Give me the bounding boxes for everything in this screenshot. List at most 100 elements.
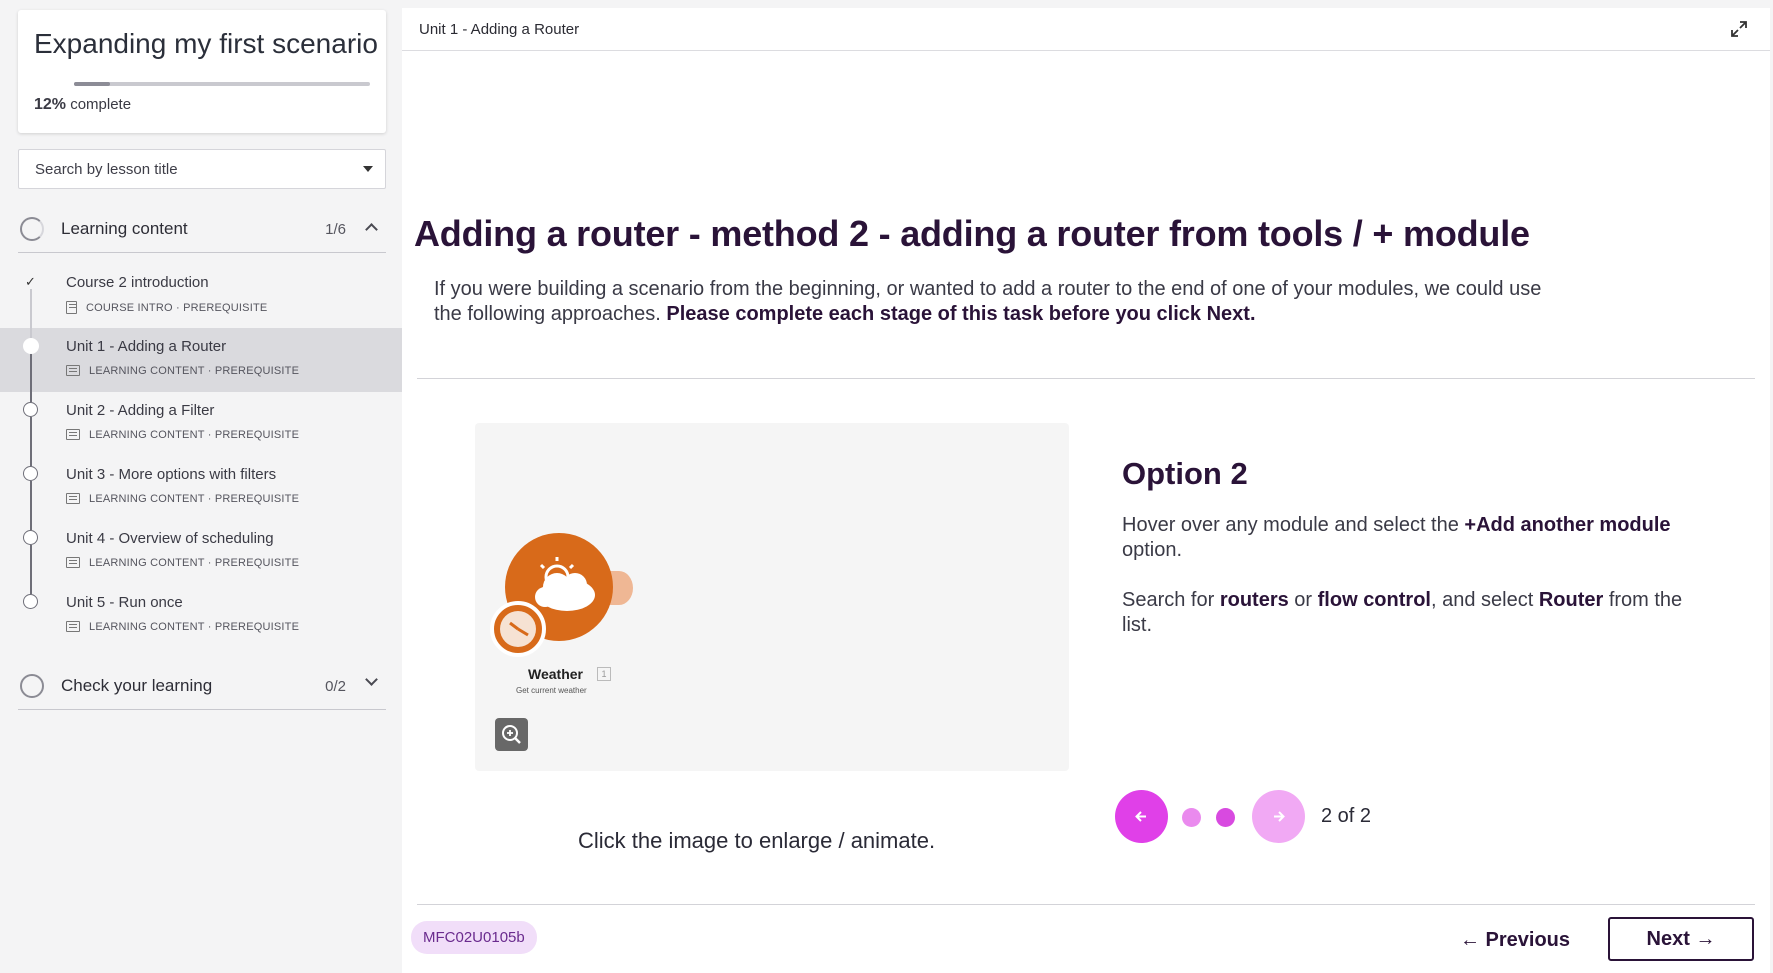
timeline-connector: [30, 353, 32, 402]
caret-down-icon: [363, 166, 373, 172]
lesson-meta-text: LEARNING CONTENT · PREREQUISITE: [89, 429, 300, 441]
section-count: 1/6: [325, 221, 346, 238]
lesson-title: Unit 2 - Adding a Filter: [66, 402, 215, 419]
option-paragraph: Hover over any module and select the +Ad…: [1122, 513, 1712, 563]
lesson-code-badge: MFC02U0105b: [411, 921, 537, 954]
current-lesson-marker: [23, 338, 39, 354]
lesson-title: Course 2 introduction: [66, 274, 209, 291]
slides-icon: [66, 365, 80, 376]
lesson-status-circle-icon: [23, 402, 38, 417]
option-emphasis: +Add another module: [1464, 514, 1671, 536]
lesson-meta: LEARNING CONTENT · PREREQUISITE: [66, 429, 299, 441]
lesson-status-circle-icon: [23, 594, 38, 609]
lesson-panel: Unit 1 - Adding a Router Adding a router…: [402, 8, 1770, 973]
lesson-status-circle-icon: [23, 466, 38, 481]
lesson-heading: Adding a router - method 2 - adding a ro…: [414, 213, 1530, 254]
lesson-meta: COURSE INTRO · PREREQUISITE: [66, 301, 267, 314]
course-sidebar: Expanding my first scenario 12% complete…: [0, 0, 402, 973]
module-subtitle: Get current weather: [516, 686, 587, 695]
course-progress-fill: [74, 82, 110, 86]
chevron-up-icon[interactable]: [365, 223, 378, 236]
previous-label: Previous: [1485, 929, 1571, 951]
check-icon: ✓: [25, 274, 36, 289]
progress-percent: 12%: [34, 96, 67, 113]
lesson-item-unit-1[interactable]: Unit 1 - Adding a Router LEARNING CONTEN…: [0, 328, 402, 402]
course-progress-bar: [74, 82, 370, 86]
lesson-intro: If you were building a scenario from the…: [434, 277, 1574, 327]
arrow-left-icon: [1135, 811, 1146, 822]
slide-counter: 2 of 2: [1321, 805, 1372, 827]
timeline-connector: [30, 545, 32, 594]
previous-lesson-button[interactable]: ← Previous: [1450, 920, 1580, 960]
slides-icon: [66, 621, 80, 632]
lesson-item-unit-5[interactable]: Unit 5 - Run once LEARNING CONTENT · PRE…: [0, 584, 402, 648]
lesson-header: Unit 1 - Adding a Router: [402, 8, 1770, 51]
arrow-right-icon: →: [1695, 928, 1716, 950]
lesson-meta-text: COURSE INTRO · PREREQUISITE: [86, 302, 268, 314]
option-emphasis: routers: [1219, 589, 1289, 611]
zoom-in-icon: [502, 725, 521, 744]
image-caption: Click the image to enlarge / animate.: [578, 828, 936, 853]
lesson-title: Unit 3 - More options with filters: [66, 466, 277, 483]
lesson-list: ✓ Course 2 introduction COURSE INTRO · P…: [0, 264, 402, 648]
section-check-your-learning[interactable]: Check your learning 0/2: [18, 662, 386, 710]
timeline-connector: [30, 417, 32, 466]
lesson-item-unit-2[interactable]: Unit 2 - Adding a Filter LEARNING CONTEN…: [0, 392, 402, 466]
clock-hands-icon: [509, 621, 529, 637]
option-text: or: [1288, 589, 1318, 611]
breadcrumb: Unit 1 - Adding a Router: [419, 21, 580, 38]
expand-icon[interactable]: [1730, 20, 1748, 38]
lesson-title: Unit 4 - Overview of scheduling: [66, 530, 274, 547]
timeline-connector: [30, 481, 32, 530]
zoom-in-button[interactable]: [495, 718, 528, 751]
lesson-item-course-intro[interactable]: ✓ Course 2 introduction COURSE INTRO · P…: [0, 264, 402, 338]
option-emphasis: Router: [1538, 589, 1604, 611]
progress-label: 12% complete: [34, 96, 131, 114]
lesson-item-unit-4[interactable]: Unit 4 - Overview of scheduling LEARNING…: [0, 520, 402, 594]
lesson-search-placeholder: Search by lesson title: [35, 161, 178, 178]
option-text: Search for: [1122, 589, 1220, 611]
arrow-left-icon: ←: [1459, 929, 1480, 951]
module-name: Weather: [528, 666, 583, 682]
schedule-clock-icon: [490, 601, 546, 657]
section-progress-ring-icon: [20, 674, 44, 698]
option-emphasis: flow control: [1317, 589, 1431, 611]
page-icon: [66, 301, 77, 314]
course-title: Expanding my first scenario: [34, 28, 378, 59]
lesson-title: Unit 5 - Run once: [66, 594, 183, 611]
next-slide-button[interactable]: [1252, 790, 1305, 843]
progress-suffix: complete: [70, 96, 132, 113]
section-learning-content[interactable]: Learning content 1/6: [18, 205, 386, 253]
section-title: Check your learning: [61, 676, 213, 695]
next-label: Next: [1646, 928, 1690, 950]
previous-slide-button[interactable]: [1115, 790, 1168, 843]
slides-icon: [66, 429, 80, 440]
slide-dot-2[interactable]: [1216, 808, 1235, 827]
next-lesson-button[interactable]: Next →: [1608, 917, 1754, 961]
section-title: Learning content: [61, 219, 188, 238]
divider: [417, 378, 1755, 379]
lesson-meta-text: LEARNING CONTENT · PREREQUISITE: [89, 557, 300, 569]
lesson-status-circle-icon: [23, 530, 38, 545]
divider: [417, 904, 1755, 905]
lesson-meta: LEARNING CONTENT · PREREQUISITE: [66, 493, 299, 505]
lesson-meta: LEARNING CONTENT · PREREQUISITE: [66, 621, 299, 633]
lesson-meta-text: LEARNING CONTENT · PREREQUISITE: [89, 621, 300, 633]
lesson-meta-text: LEARNING CONTENT · PREREQUISITE: [89, 365, 300, 377]
chevron-down-icon[interactable]: [365, 673, 378, 686]
lesson-title: Unit 1 - Adding a Router: [66, 338, 227, 355]
option-text: , and select: [1430, 589, 1539, 611]
section-progress-ring-icon: [20, 217, 44, 241]
option-paragraph: Search for routers or flow control, and …: [1122, 588, 1712, 638]
option-text: Hover over any module and select the: [1122, 514, 1465, 536]
intro-emphasis: Please complete each stage of this task …: [666, 303, 1256, 325]
section-count: 0/2: [325, 678, 346, 695]
arrow-right-icon: [1274, 811, 1285, 822]
animated-image[interactable]: Weather 1 Get current weather: [475, 423, 1069, 771]
course-card: Expanding my first scenario 12% complete: [18, 10, 386, 133]
lesson-search-select[interactable]: Search by lesson title: [18, 149, 386, 189]
clock-face: [500, 611, 536, 647]
lesson-item-unit-3[interactable]: Unit 3 - More options with filters LEARN…: [0, 456, 402, 530]
slides-icon: [66, 493, 80, 504]
slide-dot-1[interactable]: [1182, 808, 1201, 827]
